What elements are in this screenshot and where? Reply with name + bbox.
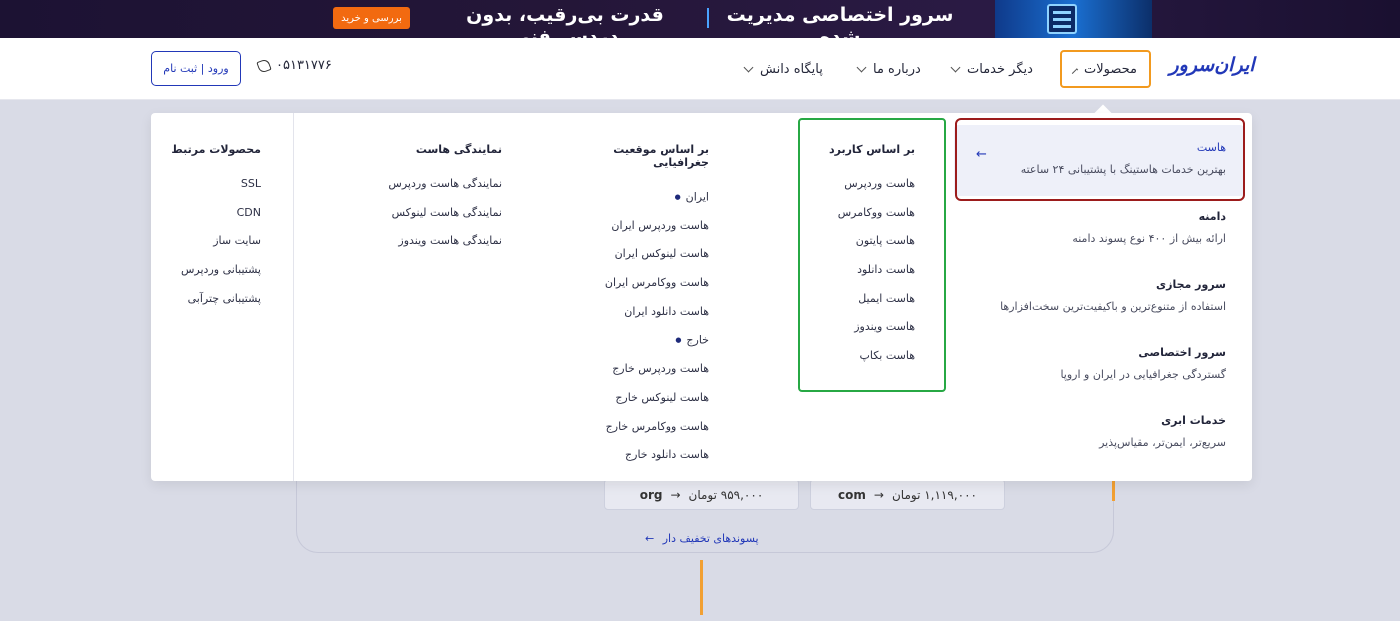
products-mega-menu: هاست بهترین خدمات هاستینگ با پشتیبانی ۲۴… — [151, 113, 1252, 481]
banner-divider — [707, 8, 709, 28]
phone-number-text: ۰۵۱۳۱۷۷۶ — [276, 58, 332, 73]
menu-link[interactable]: هاست پایتون — [811, 227, 915, 256]
menu-link[interactable]: هاست لینوکس ایران — [571, 240, 709, 269]
column-heading: بر اساس موقعیت جغرافیایی — [613, 143, 709, 169]
menu-link[interactable]: هاست ووکامرس — [811, 199, 915, 228]
column-by-use: بر اساس کاربرد هاست وردپرس هاست ووکامرس … — [811, 143, 915, 371]
category-dedicated-server[interactable]: سرور اختصاصی گستردگی جغرافیایی در ایران … — [966, 346, 1226, 381]
menu-link[interactable]: هاست دانلود — [811, 256, 915, 285]
banner-cta-button[interactable]: بررسی و خرید — [333, 7, 410, 29]
category-description: گستردگی جغرافیایی در ایران و اروپا — [1060, 368, 1226, 381]
highlight-frame — [955, 118, 1245, 201]
nav-other-services[interactable]: دیگر خدمات — [950, 50, 1033, 88]
phone-icon — [256, 57, 272, 74]
chevron-up-icon — [1071, 67, 1079, 75]
arrow-left-icon: ← — [645, 532, 655, 545]
category-vps[interactable]: سرور مجازی استفاده از متنوع‌ترین و باکیف… — [966, 278, 1226, 313]
menu-link[interactable]: هاست دانلود ایران — [571, 298, 709, 327]
banner-headline: سرور اختصاصی مدیریت شده — [726, 4, 954, 38]
category-domain[interactable]: دامنه ارائه بیش از ۴۰۰ نوع پسوند دامنه — [966, 210, 1226, 245]
chevron-down-icon — [743, 62, 754, 72]
menu-link[interactable]: پشتیبانی چترآبی — [171, 285, 261, 314]
menu-link[interactable]: هاست وردپرس خارج — [571, 355, 709, 384]
menu-link[interactable]: هاست بکاپ — [811, 342, 915, 371]
category-title: دامنه — [1198, 210, 1226, 223]
menu-link[interactable]: هاست وردپرس — [811, 170, 915, 199]
column-related-products: محصولات مرتبط SSL CDN سایت ساز پشتیبانی … — [171, 143, 261, 313]
menu-group-abroad[interactable]: خارج — [571, 326, 709, 355]
login-register-button[interactable]: ورود | ثبت نام — [151, 51, 241, 86]
column-heading: بر اساس کاربرد — [828, 143, 915, 156]
menu-link[interactable]: CDN — [171, 199, 261, 228]
site-header: ایران‌سرور محصولات دیگر خدمات درباره ما … — [0, 38, 1400, 100]
nav-knowledge-base-label: پایگاه دانش — [760, 61, 823, 77]
column-by-location: بر اساس موقعیت جغرافیایی ایران هاست وردپ… — [571, 143, 709, 470]
menu-link[interactable]: هاست ایمیل — [811, 285, 915, 314]
column-heading: محصولات مرتبط — [171, 143, 261, 156]
column-heading: نمایندگی هاست — [415, 143, 502, 156]
category-title: سرور مجازی — [1156, 278, 1226, 291]
nav-products[interactable]: محصولات — [1060, 50, 1151, 88]
menu-group-iran[interactable]: ایران — [571, 183, 709, 212]
menu-link[interactable]: هاست ووکامرس ایران — [571, 269, 709, 298]
menu-link[interactable]: SSL — [171, 170, 261, 199]
discount-extensions-link[interactable]: پسوندهای تخفیف دار ← — [645, 532, 759, 545]
column-reseller: نمایندگی هاست نمایندگی هاست وردپرس نماین… — [371, 143, 502, 256]
category-cloud-services[interactable]: خدمات ابری سریع‌تر، ایمن‌تر، مقیاس‌پذیر — [966, 414, 1226, 449]
menu-link[interactable]: هاست ویندوز — [811, 313, 915, 342]
chevron-down-icon — [950, 62, 961, 72]
nav-products-label: محصولات — [1084, 61, 1137, 77]
nav-about-us-label: درباره ما — [873, 61, 921, 77]
decorative-accent — [1112, 479, 1115, 501]
chevron-down-icon — [856, 62, 867, 72]
phone-number[interactable]: ۰۵۱۳۱۷۷۶ — [256, 57, 332, 74]
category-description: ارائه بیش از ۴۰۰ نوع پسوند دامنه — [1072, 232, 1226, 245]
category-title: خدمات ابری — [1161, 414, 1226, 427]
banner-tagline: قدرت بی‌رقیب، بدون دردسر فنی — [466, 4, 664, 38]
discount-extensions-label: پسوندهای تخفیف دار — [662, 532, 759, 545]
menu-link[interactable]: نمایندگی هاست لینوکس — [371, 199, 502, 228]
menu-link[interactable]: پشتیبانی وردپرس — [171, 256, 261, 285]
server-rack-icon — [1047, 4, 1077, 34]
menu-link[interactable]: نمایندگی هاست وردپرس — [371, 170, 502, 199]
category-description: سریع‌تر، ایمن‌تر، مقیاس‌پذیر — [1099, 436, 1226, 449]
server-illustration — [995, 0, 1152, 38]
menu-divider — [293, 113, 294, 481]
decorative-accent — [700, 560, 703, 615]
nav-knowledge-base[interactable]: پایگاه دانش — [743, 50, 823, 88]
nav-about-us[interactable]: درباره ما — [856, 50, 921, 88]
menu-link[interactable]: هاست وردپرس ایران — [571, 212, 709, 241]
menu-link[interactable]: هاست لینوکس خارج — [571, 384, 709, 413]
menu-link[interactable]: هاست ووکامرس خارج — [571, 413, 709, 442]
banner-background — [0, 0, 1400, 38]
menu-link[interactable]: هاست دانلود خارج — [571, 441, 709, 470]
menu-link[interactable]: سایت ساز — [171, 227, 261, 256]
promo-banner[interactable]: بررسی و خرید قدرت بی‌رقیب، بدون دردسر فن… — [0, 0, 1400, 38]
nav-other-services-label: دیگر خدمات — [967, 61, 1033, 77]
menu-link[interactable]: نمایندگی هاست ویندوز — [371, 227, 502, 256]
site-logo[interactable]: ایران‌سرور — [1166, 54, 1258, 82]
category-title: سرور اختصاصی — [1138, 346, 1226, 359]
category-description: استفاده از متنوع‌ترین و باکیفیت‌ترین سخت… — [1000, 300, 1226, 313]
